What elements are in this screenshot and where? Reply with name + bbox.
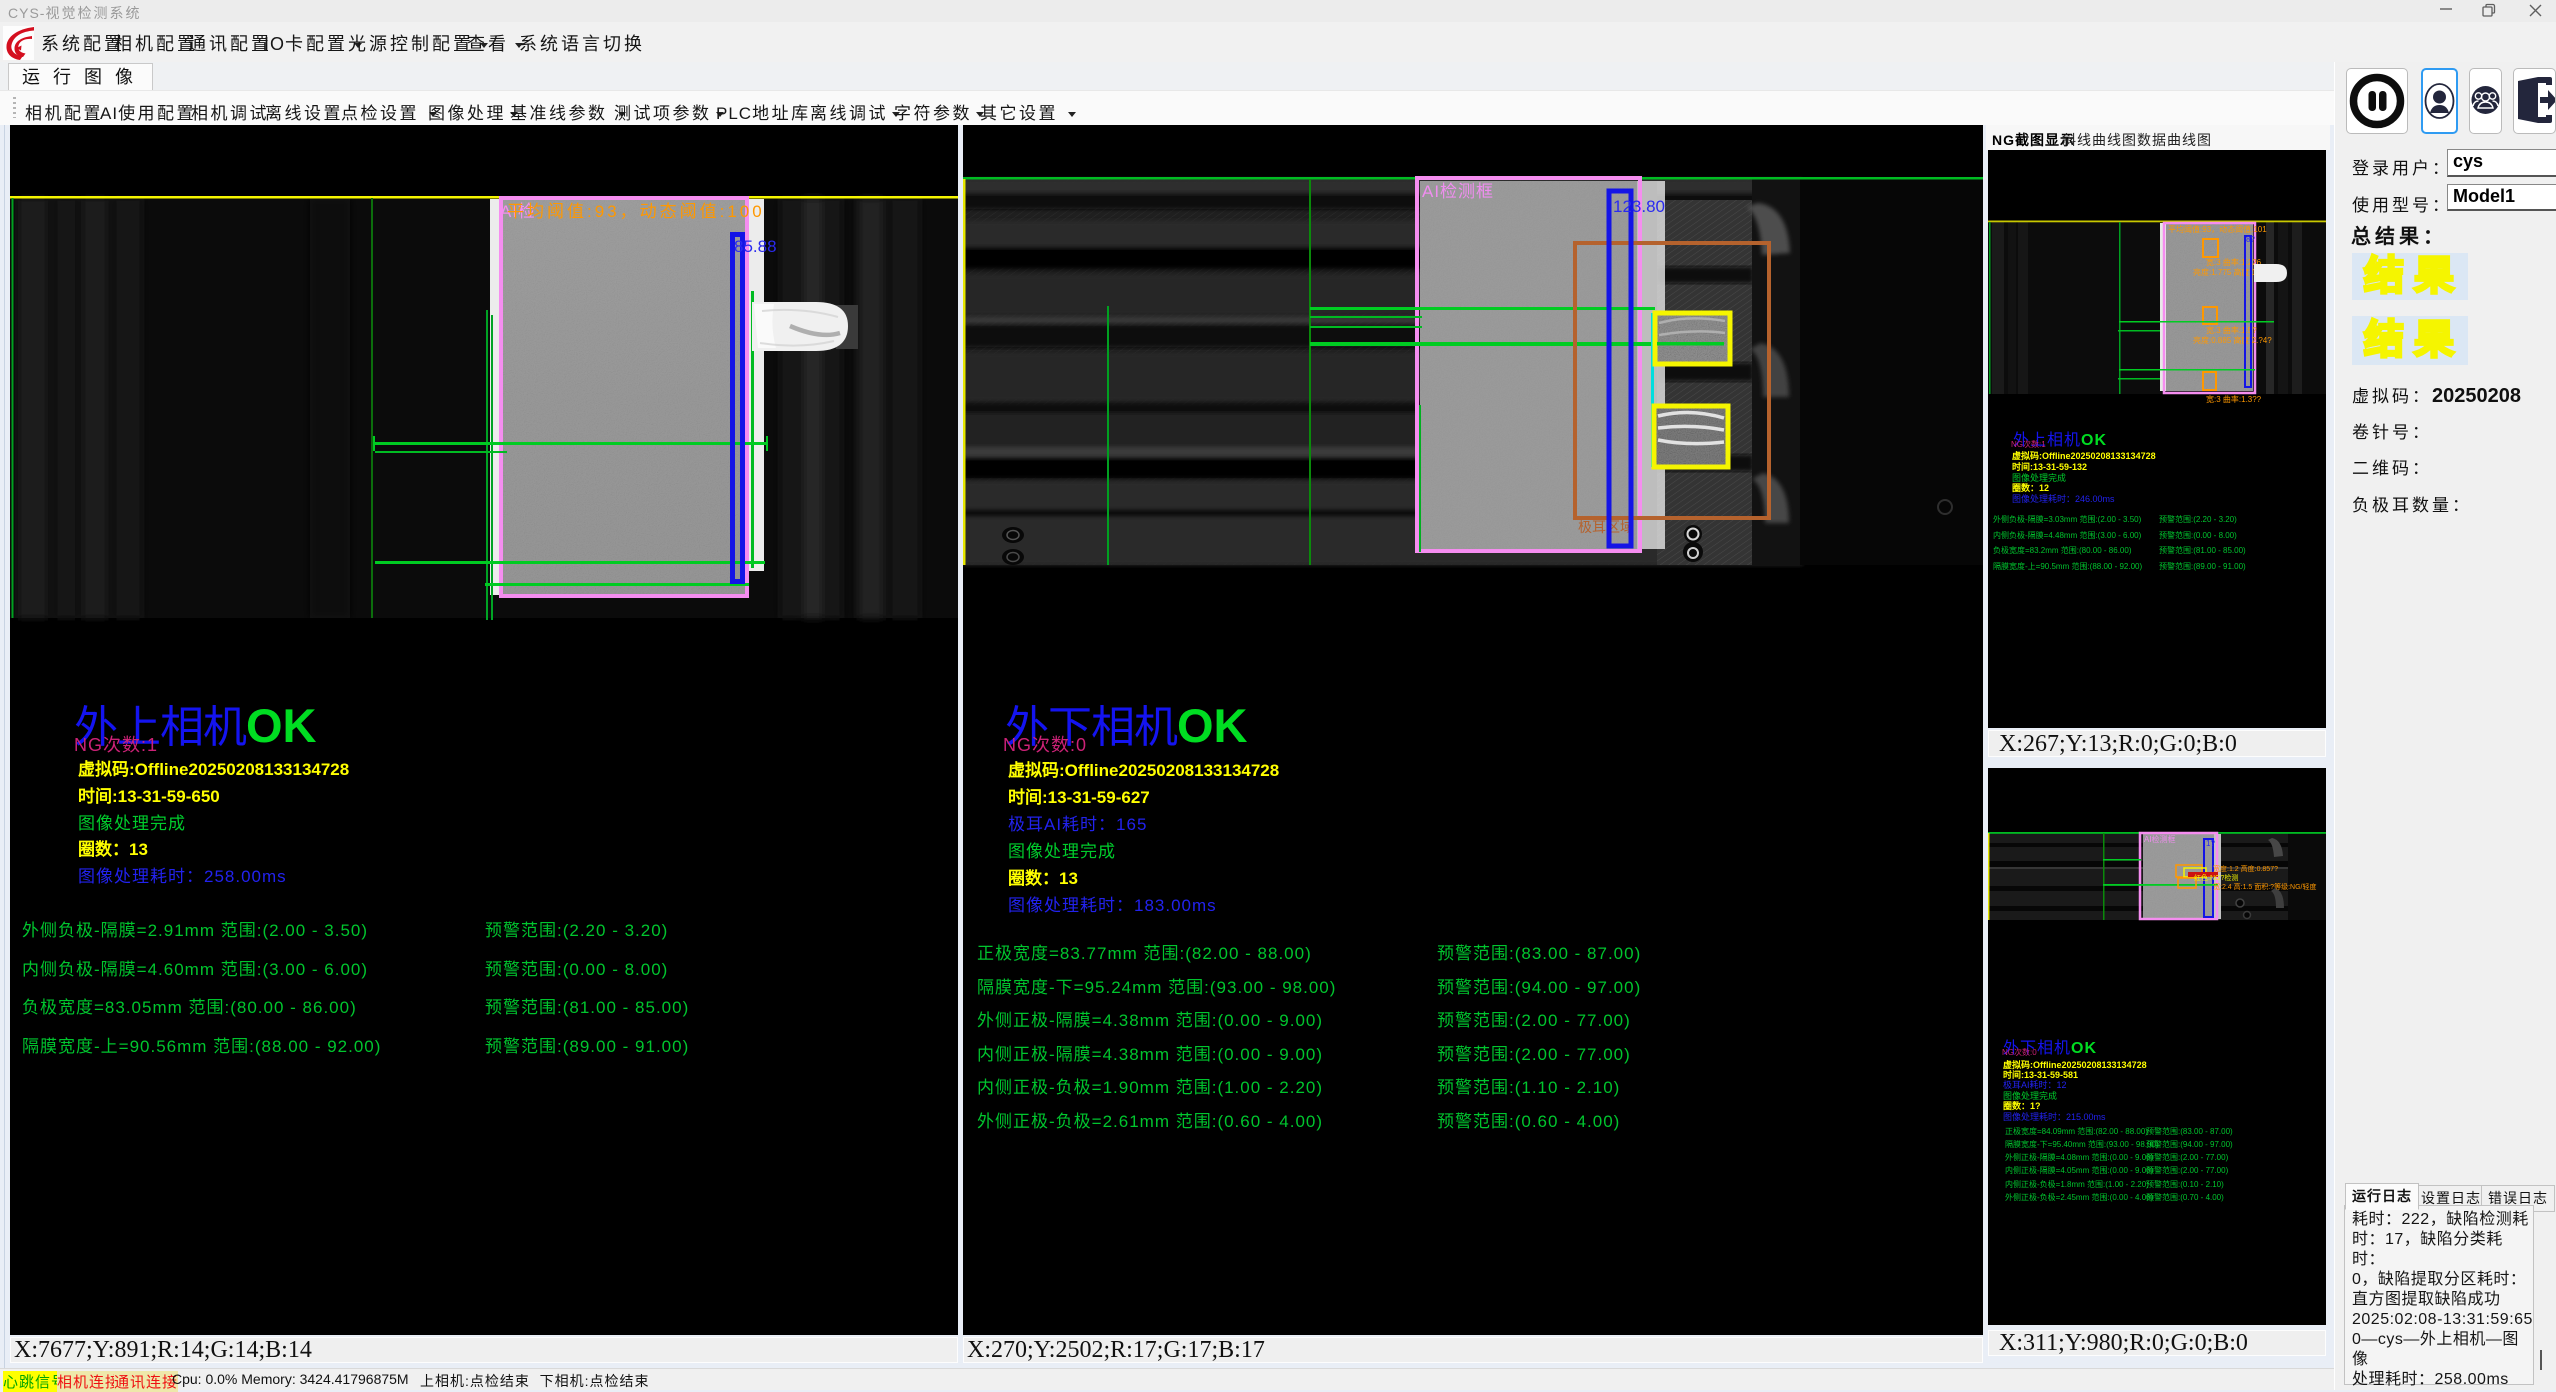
svg-text:宽度:1.2 高度:0.857?: 宽度:1.2 高度:0.857? — [2213, 864, 2278, 873]
svg-text:平均阈值:93，动态阈值:101: 平均阈值:93，动态阈值:101 — [2168, 224, 2267, 234]
svg-text:85.88: 85.88 — [734, 237, 777, 256]
svg-text:AI检测框: AI检测框 — [1422, 182, 1494, 201]
svg-text:红色:NG?检测: 红色:NG?检测 — [2194, 873, 2238, 882]
svg-text:宽:3 曲率:1.226: 宽:3 曲率:1.226 — [2206, 257, 2262, 267]
svg-text:宽:3 曲率:1.3??: 宽:3 曲率:1.3?? — [2206, 394, 2262, 404]
svg-text:AI检测框: AI检测框 — [2144, 834, 2176, 844]
svg-text:平均阈值:93，动态阈值:100: 平均阈值:93，动态阈值:100 — [507, 202, 765, 221]
svg-text:宽:3 曲率:1.5?: 宽:3 曲率:1.5? — [2206, 325, 2257, 335]
svg-text:1?: 1? — [2206, 839, 2215, 848]
svg-text:8?: 8? — [2246, 235, 2255, 244]
svg-text:亮度:0.885 高度:2.?4?: 亮度:0.885 高度:2.?4? — [2193, 335, 2272, 345]
svg-text:极耳区域: 极耳区域 — [1578, 519, 1634, 535]
svg-text:123.80: 123.80 — [1613, 197, 1665, 216]
svg-text:宽:2.4 高:1.5 面积:?等级:NG/轻度: 宽:2.4 高:1.5 面积:?等级:NG/轻度 — [2213, 882, 2316, 891]
